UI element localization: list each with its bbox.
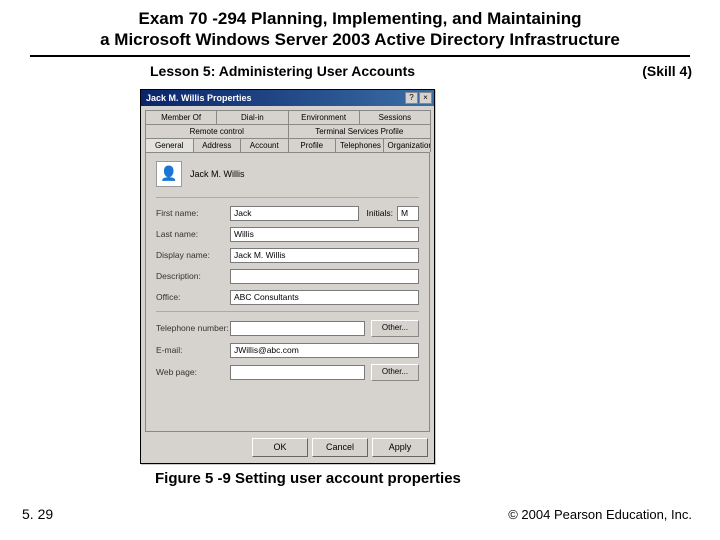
cancel-button[interactable]: Cancel xyxy=(312,438,368,457)
titlebar-text: Jack M. Willis Properties xyxy=(146,93,251,103)
figure-area: Jack M. Willis Properties ? × Member Of … xyxy=(0,79,720,464)
first-name-label: First name: xyxy=(156,208,230,218)
copyright: © 2004 Pearson Education, Inc. xyxy=(508,507,692,522)
title-underline xyxy=(30,55,690,57)
telephone-input[interactable] xyxy=(230,321,365,336)
last-name-input[interactable]: Willis xyxy=(230,227,419,242)
email-input[interactable]: JWillis@abc.com xyxy=(230,343,419,358)
email-label: E-mail: xyxy=(156,345,230,355)
initials-input[interactable]: M xyxy=(397,206,419,221)
first-name-input[interactable]: Jack xyxy=(230,206,359,221)
properties-dialog: Jack M. Willis Properties ? × Member Of … xyxy=(140,89,435,464)
tabs: Member Of Dial-in Environment Sessions R… xyxy=(141,106,434,432)
display-name-label: Display name: xyxy=(156,250,230,260)
webpage-other-button[interactable]: Other... xyxy=(371,364,419,381)
tab-member-of[interactable]: Member Of xyxy=(145,110,217,124)
tab-body-general: 👤 Jack M. Willis First name: Jack Initia… xyxy=(145,152,430,432)
office-label: Office: xyxy=(156,292,230,302)
description-label: Description: xyxy=(156,271,230,281)
slide-title: Exam 70 -294 Planning, Implementing, and… xyxy=(0,0,720,53)
tab-environment[interactable]: Environment xyxy=(288,110,360,124)
tab-profile[interactable]: Profile xyxy=(288,138,337,152)
user-icon: 👤 xyxy=(156,161,182,187)
display-name-input[interactable]: Jack M. Willis xyxy=(230,248,419,263)
identity-name: Jack M. Willis xyxy=(190,169,245,179)
skill-label: (Skill 4) xyxy=(642,63,692,79)
tab-organization[interactable]: Organization xyxy=(383,138,432,152)
close-button[interactable]: × xyxy=(419,92,432,104)
telephone-other-button[interactable]: Other... xyxy=(371,320,419,337)
separator2 xyxy=(156,311,419,312)
description-input[interactable] xyxy=(230,269,419,284)
separator xyxy=(156,197,419,198)
tab-sessions[interactable]: Sessions xyxy=(359,110,431,124)
page-number: 5. 29 xyxy=(22,506,53,522)
titlebar: Jack M. Willis Properties ? × xyxy=(141,90,434,106)
tab-account[interactable]: Account xyxy=(240,138,289,152)
apply-button[interactable]: Apply xyxy=(372,438,428,457)
office-input[interactable]: ABC Consultants xyxy=(230,290,419,305)
webpage-input[interactable] xyxy=(230,365,365,380)
ok-button[interactable]: OK xyxy=(252,438,308,457)
figure-caption: Figure 5 -9 Setting user account propert… xyxy=(0,470,720,487)
help-button[interactable]: ? xyxy=(405,92,418,104)
tab-general[interactable]: General xyxy=(145,138,194,152)
last-name-label: Last name: xyxy=(156,229,230,239)
telephone-label: Telephone number: xyxy=(156,323,230,333)
tab-terminal-services[interactable]: Terminal Services Profile xyxy=(288,124,432,138)
initials-label: Initials: xyxy=(367,208,393,218)
lesson-label: Lesson 5: Administering User Accounts xyxy=(150,63,415,79)
webpage-label: Web page: xyxy=(156,367,230,377)
tab-address[interactable]: Address xyxy=(193,138,242,152)
tab-dial-in[interactable]: Dial-in xyxy=(216,110,288,124)
dialog-buttons: OK Cancel Apply xyxy=(141,432,434,463)
tab-telephones[interactable]: Telephones xyxy=(335,138,384,152)
subheader: Lesson 5: Administering User Accounts (S… xyxy=(0,63,720,79)
tab-remote-control[interactable]: Remote control xyxy=(145,124,289,138)
